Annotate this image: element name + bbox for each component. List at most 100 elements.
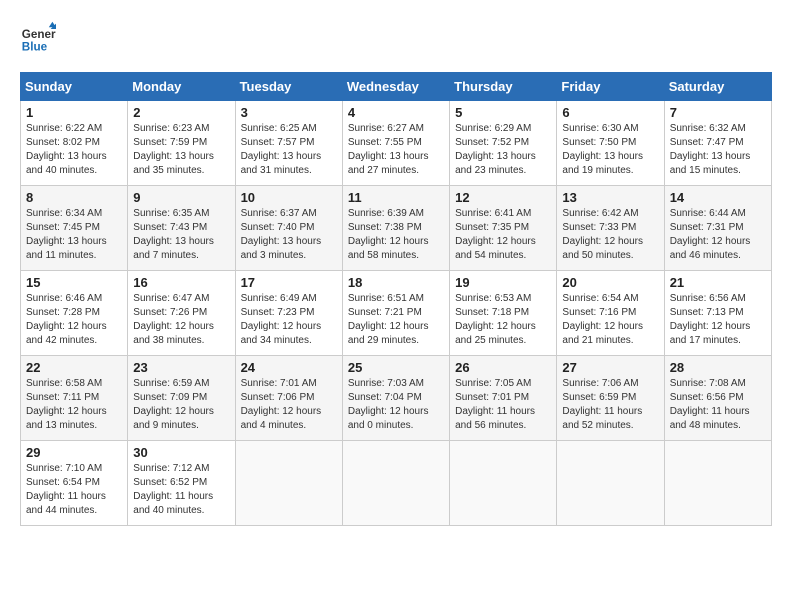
cell-info: Daylight: 13 hours bbox=[670, 150, 766, 164]
cell-info: Daylight: 13 hours bbox=[26, 150, 122, 164]
calendar-cell: 17Sunrise: 6:49 AMSunset: 7:23 PMDayligh… bbox=[235, 271, 342, 356]
cell-info: Sunset: 7:06 PM bbox=[241, 391, 337, 405]
cell-info: Daylight: 12 hours bbox=[562, 320, 658, 334]
cell-info: Daylight: 13 hours bbox=[562, 150, 658, 164]
calendar-cell: 1Sunrise: 6:22 AMSunset: 8:02 PMDaylight… bbox=[21, 101, 128, 186]
cell-info: Sunset: 6:52 PM bbox=[133, 476, 229, 490]
cell-info: Sunrise: 6:35 AM bbox=[133, 207, 229, 221]
cell-info: Sunset: 7:57 PM bbox=[241, 136, 337, 150]
day-number: 21 bbox=[670, 275, 766, 290]
calendar-cell: 2Sunrise: 6:23 AMSunset: 7:59 PMDaylight… bbox=[128, 101, 235, 186]
calendar-cell: 29Sunrise: 7:10 AMSunset: 6:54 PMDayligh… bbox=[21, 441, 128, 526]
day-number: 18 bbox=[348, 275, 444, 290]
calendar-cell: 6Sunrise: 6:30 AMSunset: 7:50 PMDaylight… bbox=[557, 101, 664, 186]
cell-info: Daylight: 12 hours bbox=[670, 235, 766, 249]
cell-info: Sunrise: 6:22 AM bbox=[26, 122, 122, 136]
cell-info: and 21 minutes. bbox=[562, 334, 658, 348]
cell-info: Sunset: 7:35 PM bbox=[455, 221, 551, 235]
cell-info: Sunset: 7:26 PM bbox=[133, 306, 229, 320]
day-number: 27 bbox=[562, 360, 658, 375]
svg-text:Blue: Blue bbox=[22, 41, 48, 54]
cell-info: Sunset: 7:38 PM bbox=[348, 221, 444, 235]
cell-info: Sunset: 8:02 PM bbox=[26, 136, 122, 150]
cell-info: Sunrise: 6:37 AM bbox=[241, 207, 337, 221]
day-number: 24 bbox=[241, 360, 337, 375]
cell-info: Sunset: 6:54 PM bbox=[26, 476, 122, 490]
cell-info: and 35 minutes. bbox=[133, 164, 229, 178]
day-number: 29 bbox=[26, 445, 122, 460]
day-number: 5 bbox=[455, 105, 551, 120]
cell-info: Daylight: 13 hours bbox=[455, 150, 551, 164]
calendar-week-4: 22Sunrise: 6:58 AMSunset: 7:11 PMDayligh… bbox=[21, 356, 772, 441]
day-number: 14 bbox=[670, 190, 766, 205]
cell-info: Daylight: 13 hours bbox=[133, 235, 229, 249]
cell-info: Sunrise: 7:10 AM bbox=[26, 462, 122, 476]
cell-info: Daylight: 12 hours bbox=[348, 320, 444, 334]
cell-info: Sunrise: 6:46 AM bbox=[26, 292, 122, 306]
cell-info: Daylight: 12 hours bbox=[26, 405, 122, 419]
day-number: 30 bbox=[133, 445, 229, 460]
calendar-cell: 13Sunrise: 6:42 AMSunset: 7:33 PMDayligh… bbox=[557, 186, 664, 271]
cell-info: Sunrise: 6:41 AM bbox=[455, 207, 551, 221]
cell-info: Sunset: 7:18 PM bbox=[455, 306, 551, 320]
calendar-cell: 18Sunrise: 6:51 AMSunset: 7:21 PMDayligh… bbox=[342, 271, 449, 356]
calendar-cell bbox=[664, 441, 771, 526]
cell-info: Daylight: 12 hours bbox=[241, 405, 337, 419]
cell-info: Sunrise: 6:49 AM bbox=[241, 292, 337, 306]
cell-info: Daylight: 11 hours bbox=[562, 405, 658, 419]
cell-info: Sunset: 7:21 PM bbox=[348, 306, 444, 320]
cell-info: Daylight: 12 hours bbox=[133, 320, 229, 334]
cell-info: Sunrise: 6:23 AM bbox=[133, 122, 229, 136]
calendar-cell: 3Sunrise: 6:25 AMSunset: 7:57 PMDaylight… bbox=[235, 101, 342, 186]
cell-info: Sunset: 7:47 PM bbox=[670, 136, 766, 150]
day-number: 3 bbox=[241, 105, 337, 120]
cell-info: Daylight: 13 hours bbox=[348, 150, 444, 164]
cell-info: Sunset: 7:59 PM bbox=[133, 136, 229, 150]
cell-info: and 46 minutes. bbox=[670, 249, 766, 263]
cell-info: and 58 minutes. bbox=[348, 249, 444, 263]
cell-info: and 38 minutes. bbox=[133, 334, 229, 348]
calendar-week-2: 8Sunrise: 6:34 AMSunset: 7:45 PMDaylight… bbox=[21, 186, 772, 271]
day-number: 20 bbox=[562, 275, 658, 290]
day-number: 6 bbox=[562, 105, 658, 120]
day-number: 19 bbox=[455, 275, 551, 290]
cell-info: and 44 minutes. bbox=[26, 504, 122, 518]
day-number: 7 bbox=[670, 105, 766, 120]
day-number: 8 bbox=[26, 190, 122, 205]
cell-info: Sunset: 7:28 PM bbox=[26, 306, 122, 320]
cell-info: Daylight: 12 hours bbox=[348, 235, 444, 249]
weekday-header-row: SundayMondayTuesdayWednesdayThursdayFrid… bbox=[21, 73, 772, 101]
day-number: 10 bbox=[241, 190, 337, 205]
cell-info: Sunset: 7:43 PM bbox=[133, 221, 229, 235]
cell-info: Daylight: 11 hours bbox=[133, 490, 229, 504]
calendar-cell bbox=[557, 441, 664, 526]
cell-info: and 23 minutes. bbox=[455, 164, 551, 178]
cell-info: and 19 minutes. bbox=[562, 164, 658, 178]
cell-info: Sunset: 7:33 PM bbox=[562, 221, 658, 235]
cell-info: Sunrise: 6:54 AM bbox=[562, 292, 658, 306]
cell-info: Sunset: 7:31 PM bbox=[670, 221, 766, 235]
cell-info: and 0 minutes. bbox=[348, 419, 444, 433]
cell-info: and 11 minutes. bbox=[26, 249, 122, 263]
cell-info: Daylight: 13 hours bbox=[241, 150, 337, 164]
cell-info: and 42 minutes. bbox=[26, 334, 122, 348]
cell-info: and 50 minutes. bbox=[562, 249, 658, 263]
cell-info: Sunrise: 6:32 AM bbox=[670, 122, 766, 136]
day-number: 4 bbox=[348, 105, 444, 120]
cell-info: Sunrise: 6:34 AM bbox=[26, 207, 122, 221]
cell-info: Sunrise: 6:56 AM bbox=[670, 292, 766, 306]
cell-info: Sunset: 7:52 PM bbox=[455, 136, 551, 150]
calendar-week-1: 1Sunrise: 6:22 AMSunset: 8:02 PMDaylight… bbox=[21, 101, 772, 186]
cell-info: Sunrise: 7:05 AM bbox=[455, 377, 551, 391]
weekday-header-saturday: Saturday bbox=[664, 73, 771, 101]
cell-info: Sunset: 7:50 PM bbox=[562, 136, 658, 150]
cell-info: Sunset: 7:55 PM bbox=[348, 136, 444, 150]
calendar-cell: 8Sunrise: 6:34 AMSunset: 7:45 PMDaylight… bbox=[21, 186, 128, 271]
weekday-header-tuesday: Tuesday bbox=[235, 73, 342, 101]
cell-info: Sunset: 7:01 PM bbox=[455, 391, 551, 405]
cell-info: Sunset: 7:11 PM bbox=[26, 391, 122, 405]
calendar-cell: 19Sunrise: 6:53 AMSunset: 7:18 PMDayligh… bbox=[450, 271, 557, 356]
weekday-header-thursday: Thursday bbox=[450, 73, 557, 101]
cell-info: Sunrise: 6:47 AM bbox=[133, 292, 229, 306]
cell-info: Sunrise: 7:06 AM bbox=[562, 377, 658, 391]
